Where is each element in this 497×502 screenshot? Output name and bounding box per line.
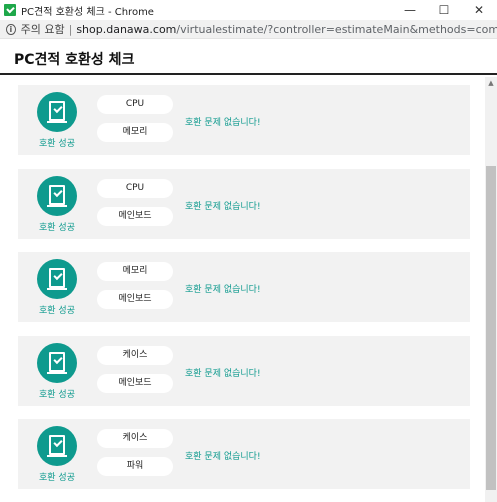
part-b-pill: 메인보드 <box>97 374 173 393</box>
compatibility-card: 호환 성공 케이스 파워 호환 문제 없습니다! <box>18 419 470 489</box>
close-button[interactable]: ✕ <box>462 0 496 20</box>
info-icon[interactable]: i <box>6 23 16 35</box>
part-a-pill: 케이스 <box>97 346 173 365</box>
window-title: PC견적 호환성 체크 - Chrome <box>21 6 154 18</box>
compatibility-card: 호환 성공 CPU 메인보드 호환 문제 없습니다! <box>18 169 470 239</box>
part-a-pill: 메모리 <box>97 262 173 281</box>
result-text: 호환 문제 없습니다! <box>185 369 261 379</box>
part-a-pill: CPU <box>97 179 173 198</box>
security-label[interactable]: 주의 요함 <box>21 21 65 37</box>
result-text: 호환 문제 없습니다! <box>185 202 261 212</box>
status-label: 호환 성공 <box>39 223 75 233</box>
result-text: 호환 문제 없습니다! <box>185 452 261 462</box>
document-check-icon <box>37 259 77 299</box>
page-title: PC견적 호환성 체크 <box>14 52 135 68</box>
status-label: 호환 성공 <box>39 306 75 316</box>
address-separator: | <box>68 22 73 36</box>
document-check-icon <box>37 92 77 132</box>
address-bar[interactable]: i 주의 요함 | shop.danawa.com/virtualestimat… <box>0 20 497 39</box>
scrollbar-thumb[interactable] <box>486 166 496 490</box>
window-titlebar: PC견적 호환성 체크 - Chrome — ☐ ✕ <box>0 0 497 20</box>
status-label: 호환 성공 <box>39 139 75 149</box>
minimize-button[interactable]: — <box>393 0 427 20</box>
maximize-button[interactable]: ☐ <box>427 0 461 20</box>
page-header: PC견적 호환성 체크 <box>0 39 497 75</box>
danawa-check-icon <box>4 4 16 16</box>
document-check-icon <box>37 343 77 383</box>
result-text: 호환 문제 없습니다! <box>185 118 261 128</box>
part-b-pill: 파워 <box>97 457 173 476</box>
compatibility-list: 호환 성공 CPU 메모리 호환 문제 없습니다! 호환 성공 CPU 메인보드… <box>0 77 485 502</box>
document-check-icon <box>37 176 77 216</box>
result-text: 호환 문제 없습니다! <box>185 285 261 295</box>
part-b-pill: 메인보드 <box>97 290 173 309</box>
part-a-pill: 케이스 <box>97 429 173 448</box>
scroll-up-icon[interactable]: ▲ <box>485 77 497 89</box>
part-b-pill: 메인보드 <box>97 207 173 226</box>
compatibility-card: 호환 성공 케이스 메인보드 호환 문제 없습니다! <box>18 336 470 406</box>
url-text[interactable]: shop.danawa.com/virtualestimate/?control… <box>76 23 497 36</box>
compatibility-card: 호환 성공 CPU 메모리 호환 문제 없습니다! <box>18 85 470 155</box>
compatibility-card: 호환 성공 메모리 메인보드 호환 문제 없습니다! <box>18 252 470 322</box>
url-path: /virtualestimate/?controller=estimateMai… <box>176 22 497 36</box>
status-label: 호환 성공 <box>39 473 75 483</box>
part-b-pill: 메모리 <box>97 123 173 142</box>
part-a-pill: CPU <box>97 95 173 114</box>
url-host: shop.danawa.com <box>76 22 177 36</box>
status-label: 호환 성공 <box>39 390 75 400</box>
document-check-icon <box>37 426 77 466</box>
